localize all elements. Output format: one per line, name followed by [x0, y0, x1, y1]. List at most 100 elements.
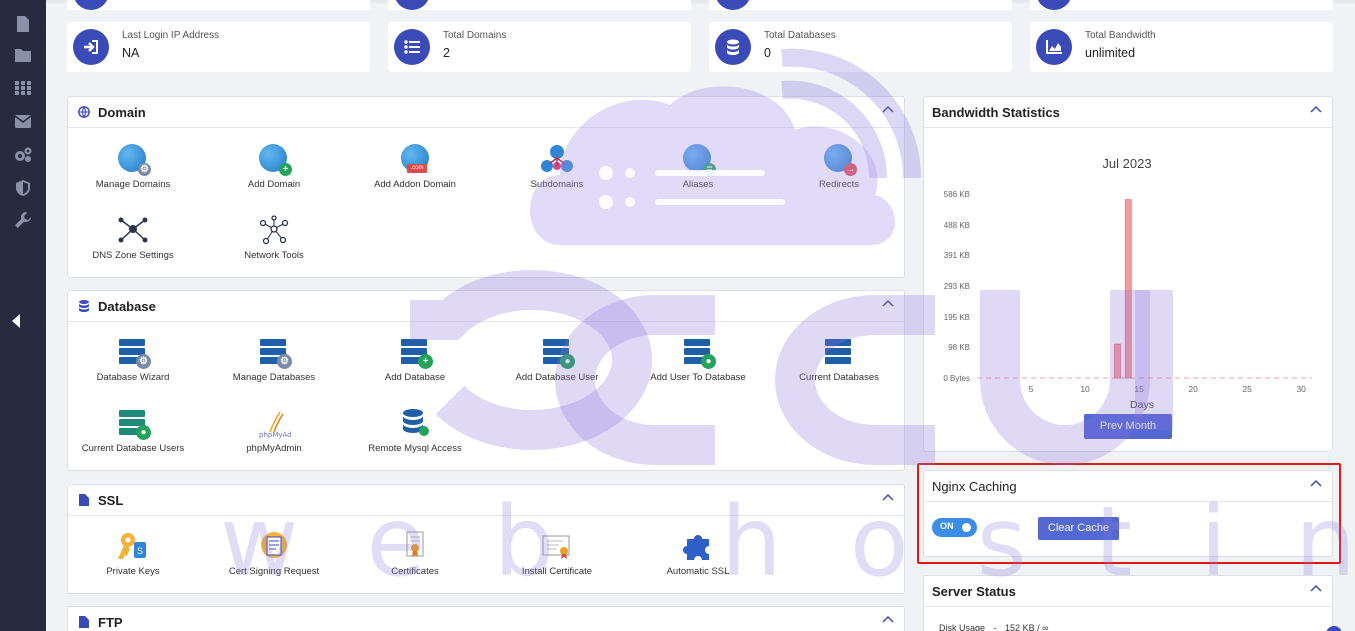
certificates-tool[interactable]: Certificates	[350, 531, 480, 577]
y-tick-label: 0 Bytes	[943, 374, 970, 383]
panel-title: Server Status	[932, 584, 1016, 599]
stat-card-total-databases: Total Databases 0	[709, 22, 1012, 72]
automatic-ssl-tool[interactable]: Automatic SSL	[633, 531, 763, 577]
network-tools-tool[interactable]: Network Tools	[209, 215, 339, 261]
certificate-install-icon	[539, 531, 575, 563]
highlight-box	[917, 463, 1341, 564]
current-databases-tool[interactable]: Current Databases	[774, 337, 904, 383]
stat-value: unlimited	[1085, 46, 1136, 60]
add-user-to-database-tool[interactable]: ● Add User To Database	[633, 337, 763, 383]
add-domain-tool[interactable]: + Add Domain	[209, 144, 339, 190]
add-database-user-tool[interactable]: ● Add Database User	[492, 337, 622, 383]
panel-header[interactable]: Database	[68, 291, 904, 322]
manage-databases-tool[interactable]: ⚙ Manage Databases	[209, 337, 339, 383]
certificate-seal-icon	[256, 531, 292, 563]
file-icon	[78, 616, 90, 628]
wrench-icon[interactable]	[14, 212, 32, 230]
globe-icon	[78, 106, 90, 118]
stat-label: Total Bandwidth	[1085, 30, 1156, 41]
install-certificate-tool[interactable]: Install Certificate	[492, 531, 622, 577]
cert-signing-request-tool[interactable]: Cert Signing Request	[209, 531, 339, 577]
remote-mysql-access-tool[interactable]: Remote Mysql Access	[350, 408, 480, 454]
folder-icon[interactable]	[14, 48, 32, 66]
aliases-tool[interactable]: = Aliases	[633, 144, 763, 190]
disk-usage-separator: -	[993, 623, 997, 631]
disk-usage-value: 152 KB / ∞	[1005, 623, 1049, 631]
prev-month-button[interactable]: Prev Month	[1084, 414, 1172, 439]
stat-value: 2	[443, 46, 450, 60]
panel-header[interactable]: SSL	[68, 485, 904, 516]
shield-icon[interactable]	[14, 180, 32, 198]
stat-value: 0	[764, 46, 771, 60]
add-addon-domain-tool[interactable]: .com Add Addon Domain	[350, 144, 480, 190]
file-icon[interactable]	[14, 16, 32, 34]
globe-equals-icon: =	[680, 144, 716, 176]
stat-card-top-partial	[388, 0, 691, 10]
database-icon	[78, 300, 90, 312]
globe-gear-icon: ⚙	[115, 144, 151, 176]
bar-day-13	[1114, 343, 1121, 379]
chevron-up-icon[interactable]	[881, 102, 895, 116]
panel-header[interactable]: Bandwidth Statistics	[924, 97, 1332, 128]
y-tick-label: 488 KB	[944, 221, 970, 230]
bandwidth-chart: Jul 2023 0 Bytes 98 KB 195 KB 293 KB 391 KB 48…	[943, 156, 1312, 411]
add-database-tool[interactable]: + Add Database	[350, 337, 480, 383]
server-user-icon: ●	[115, 408, 151, 440]
key-icon: S	[115, 531, 151, 563]
y-tick-label: 293 KB	[944, 282, 970, 291]
stat-card-top-partial	[1030, 0, 1333, 10]
phpmyadmin-logo-text: phpMyAdmin	[259, 431, 292, 439]
chevron-up-icon[interactable]	[881, 612, 895, 626]
bar-day-14	[1124, 199, 1132, 379]
area-chart-icon	[1036, 29, 1072, 65]
panel-title: SSL	[98, 493, 124, 508]
database-stack-icon	[397, 408, 433, 440]
login-icon	[73, 29, 109, 65]
grid-icon[interactable]	[14, 81, 32, 99]
list-icon	[394, 29, 430, 65]
chevron-up-icon[interactable]	[881, 296, 895, 310]
database-wizard-tool[interactable]: ⚙ Database Wizard	[68, 337, 198, 383]
panel-header[interactable]: Domain	[68, 97, 904, 128]
server-user-icon: ●	[539, 337, 575, 369]
puzzle-icon	[680, 531, 716, 563]
network-mesh-icon	[256, 215, 292, 247]
y-tick-label: 391 KB	[944, 251, 970, 260]
current-database-users-tool[interactable]: ● Current Database Users	[68, 408, 198, 454]
disk-usage-label: Disk Usage	[939, 623, 986, 631]
subdomains-tool[interactable]: Subdomains	[492, 144, 622, 190]
x-tick-label: 25	[1242, 384, 1252, 394]
svg-text:S: S	[137, 546, 143, 556]
caret-left-icon[interactable]	[11, 314, 25, 332]
x-tick-label: 5	[1029, 384, 1034, 394]
dns-zone-settings-tool[interactable]: DNS Zone Settings	[68, 215, 198, 261]
panel-header[interactable]: Server Status	[924, 576, 1332, 607]
panel-title: Domain	[98, 105, 146, 120]
database-icon	[715, 29, 751, 65]
mail-icon[interactable]	[14, 114, 32, 132]
manage-domains-tool[interactable]: ⚙ Manage Domains	[68, 144, 198, 190]
panel-title: Bandwidth Statistics	[932, 105, 1060, 120]
server-gear-icon: ⚙	[256, 337, 292, 369]
sitemap-icon	[539, 144, 575, 176]
server-users-icon: ●	[680, 337, 716, 369]
chevron-up-icon[interactable]	[1309, 102, 1323, 116]
phpmyadmin-tool[interactable]: phpMyAdmin phpMyAdmin	[209, 408, 339, 454]
private-keys-tool[interactable]: S Private Keys	[68, 531, 198, 577]
gears-icon[interactable]	[14, 147, 32, 165]
chart-title: Jul 2023	[1102, 156, 1151, 171]
globe-com-icon: .com	[397, 144, 433, 176]
stat-card-top-partial	[709, 0, 1012, 10]
sidebar	[0, 0, 46, 631]
stat-card-top-partial	[67, 0, 370, 10]
phpmyadmin-logo-icon: phpMyAdmin	[256, 408, 305, 440]
stat-card-total-bandwidth: Total Bandwidth unlimited	[1030, 22, 1333, 72]
chevron-up-icon[interactable]	[881, 490, 895, 504]
ftp-panel: FTP	[67, 606, 905, 631]
panel-title: FTP	[98, 615, 123, 630]
x-tick-label: 20	[1188, 384, 1198, 394]
panel-header[interactable]: FTP	[68, 607, 904, 631]
redirects-tool[interactable]: → Redirects	[774, 144, 904, 190]
scroll-top-button[interactable]	[1326, 626, 1342, 631]
chevron-up-icon[interactable]	[1309, 581, 1323, 595]
